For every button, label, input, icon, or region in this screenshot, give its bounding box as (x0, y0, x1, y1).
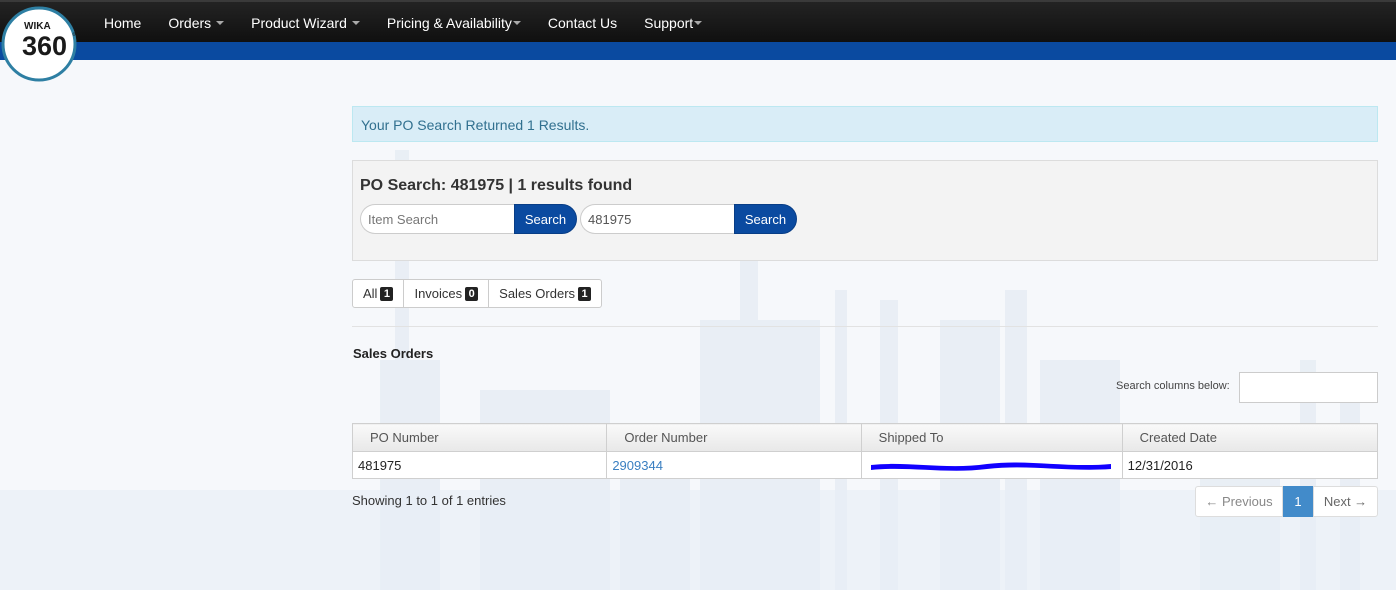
filter-all[interactable]: All 1 (353, 280, 405, 307)
count-badge: 1 (380, 286, 394, 301)
caret-down-icon (216, 21, 225, 25)
count-badge: 1 (578, 286, 592, 301)
cell-shipped-to (860, 451, 1123, 479)
section-title: Sales Orders (353, 346, 434, 361)
entries-info: Showing 1 to 1 of 1 entries (352, 493, 506, 508)
caret-down-icon (351, 21, 360, 25)
po-search-button[interactable]: Search (734, 204, 797, 234)
cell-po-number: 481975 (351, 451, 608, 479)
column-header-created-date[interactable]: Created Date (1121, 423, 1379, 452)
search-result-alert: Your PO Search Returned 1 Results. (352, 106, 1378, 142)
column-header-po-number[interactable]: PO Number (351, 423, 608, 452)
count-badge: 0 (465, 286, 479, 301)
nav-contact-us[interactable]: Contact Us (548, 15, 617, 31)
nav-product-wizard[interactable]: Product Wizard (251, 15, 360, 31)
logo-degree: ° (72, 32, 76, 43)
result-filter-group: All 1 Invoices 0 Sales Orders 1 (352, 279, 603, 308)
table-row: 481975 2909344 12/31/2016 (351, 451, 1379, 479)
filter-invoices[interactable]: Invoices 0 (404, 280, 490, 307)
top-navbar: Home Orders Product Wizard Pricing & Ava… (0, 0, 1396, 42)
alert-text: Your PO Search Returned 1 Results. (361, 117, 590, 133)
table-header-row: PO Number Order Number Shipped To Create… (351, 423, 1379, 452)
brand-blue-bar (0, 42, 1396, 60)
column-search-label: Search columns below: (1116, 380, 1230, 392)
wika-360-logo[interactable]: WIKA 360 ° (0, 5, 78, 83)
item-search-group: Search (360, 204, 577, 234)
logo-big-text: 360 (22, 31, 67, 61)
cell-order-number: 2909344 (606, 451, 862, 479)
nav-home[interactable]: Home (104, 15, 141, 31)
item-search-input[interactable] (360, 204, 514, 234)
sales-orders-table: PO Number Order Number Shipped To Create… (351, 423, 1379, 479)
nav-orders[interactable]: Orders (168, 15, 225, 31)
filter-sales-orders[interactable]: Sales Orders 1 (489, 280, 601, 307)
nav-pricing-availability[interactable]: Pricing & Availability (387, 15, 521, 31)
panel-title: PO Search: 481975 | 1 results found (360, 177, 633, 194)
pagination-previous[interactable]: ← Previous (1195, 486, 1283, 517)
nav-support[interactable]: Support (644, 15, 703, 31)
item-search-button[interactable]: Search (514, 204, 577, 234)
pagination-next[interactable]: Next → (1313, 486, 1378, 517)
cell-created-date: 12/31/2016 (1121, 451, 1379, 479)
main-nav: Home Orders Product Wizard Pricing & Ava… (104, 2, 729, 44)
caret-down-icon (512, 21, 521, 25)
po-search-panel: PO Search: 481975 | 1 results found Sear… (352, 160, 1378, 261)
order-number-link[interactable]: 2909344 (612, 458, 663, 473)
po-search-input[interactable] (580, 204, 734, 234)
section-divider (352, 326, 1378, 327)
column-header-order-number[interactable]: Order Number (606, 423, 862, 452)
pagination-page-1[interactable]: 1 (1283, 486, 1313, 517)
po-search-group: Search (580, 204, 797, 234)
column-header-shipped-to[interactable]: Shipped To (860, 423, 1123, 452)
column-search-input[interactable] (1239, 372, 1378, 403)
pagination: ← Previous 1 Next → (1195, 486, 1378, 517)
redaction-scribble (870, 462, 1111, 471)
caret-down-icon (694, 21, 703, 25)
